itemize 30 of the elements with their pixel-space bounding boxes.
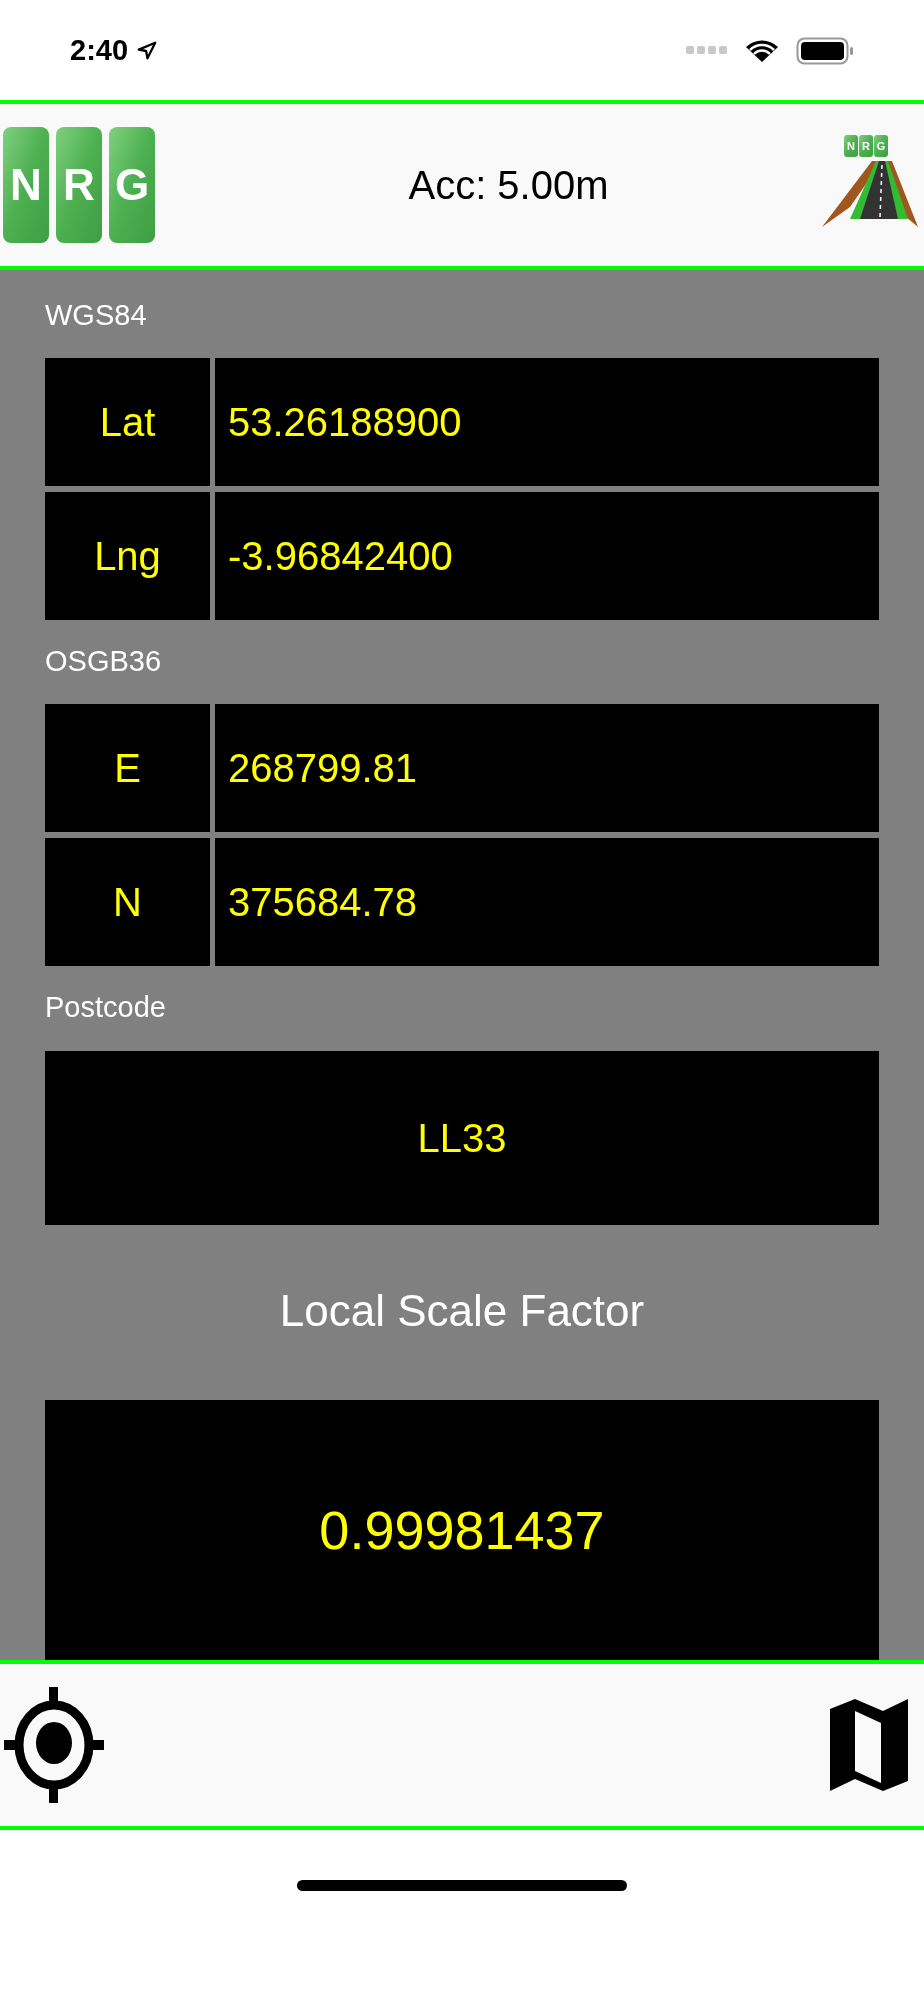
signal-icon bbox=[686, 46, 728, 56]
postcode-value: LL33 bbox=[45, 1051, 879, 1225]
section-label: Postcode bbox=[45, 990, 167, 1025]
crosshair-icon bbox=[4, 1687, 104, 1803]
locate-button[interactable] bbox=[4, 1687, 104, 1803]
logo-tile: R bbox=[859, 135, 873, 157]
map-icon bbox=[828, 1697, 910, 1793]
logo-tile: N bbox=[3, 127, 49, 243]
section-label: OSGB36 bbox=[45, 644, 163, 679]
status-time: 2:40 bbox=[70, 33, 129, 69]
field-name: Lat bbox=[45, 358, 210, 486]
field-value: 53.26188900 bbox=[215, 358, 879, 486]
wifi-icon bbox=[744, 38, 780, 64]
field-name: N bbox=[45, 838, 210, 966]
section-label: WGS84 bbox=[45, 298, 148, 333]
accuracy-title: Acc: 5.00m bbox=[408, 162, 609, 209]
field-name: E bbox=[45, 704, 210, 832]
battery-icon bbox=[796, 37, 854, 65]
logo-tile: G bbox=[874, 135, 888, 157]
logo-tile: R bbox=[56, 127, 102, 243]
field-value: 268799.81 bbox=[215, 704, 879, 832]
field-name: Lng bbox=[45, 492, 210, 620]
field-value: 375684.78 bbox=[215, 838, 879, 966]
scale-factor-label: Local Scale Factor bbox=[279, 1285, 645, 1337]
logo-tile: N bbox=[844, 135, 858, 157]
scale-factor-value: 0.99981437 bbox=[45, 1400, 879, 1660]
location-arrow-icon bbox=[136, 40, 159, 62]
logo-tile: G bbox=[109, 127, 155, 243]
field-value: -3.96842400 bbox=[215, 492, 879, 620]
map-button[interactable] bbox=[828, 1697, 910, 1793]
